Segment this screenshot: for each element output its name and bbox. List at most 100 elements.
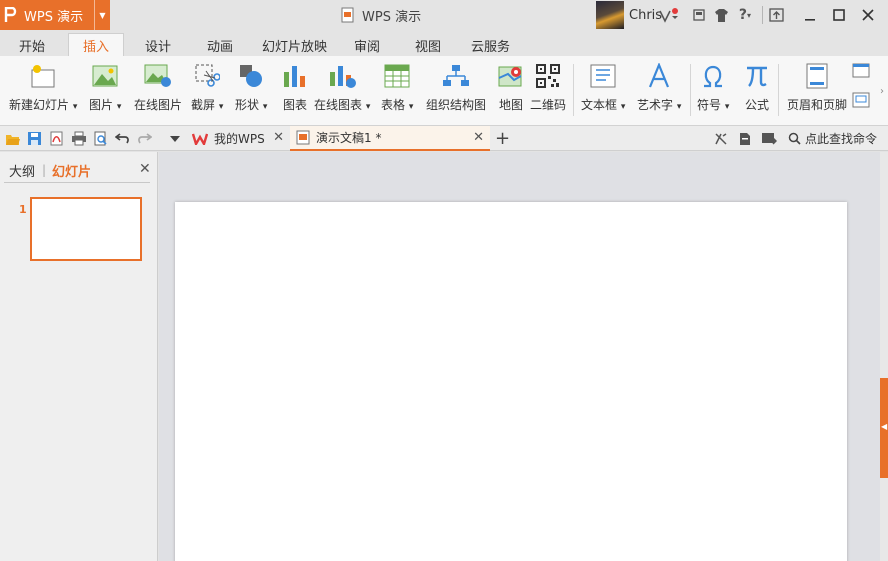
collapse-arrow-icon: ◀: [881, 422, 888, 431]
tab-design[interactable]: 设计: [131, 33, 185, 57]
symbol-button[interactable]: 符号 ▾: [697, 60, 729, 120]
header-footer-button[interactable]: 页眉和页脚: [787, 60, 847, 120]
tab-review[interactable]: 审阅: [340, 33, 394, 57]
new-slide-button[interactable]: 新建幻灯片 ▾: [9, 60, 77, 120]
table-icon: [381, 60, 413, 92]
new-tab-icon[interactable]: +: [494, 128, 511, 149]
slide-editor: [159, 152, 880, 561]
art-text-icon: [643, 60, 675, 92]
tab-my-wps[interactable]: 我的WPS ✕: [188, 126, 290, 151]
art-text-button[interactable]: 艺术字 ▾: [637, 60, 681, 120]
org-chart-button[interactable]: 组织结构图: [426, 60, 486, 120]
ribbon-separator: [573, 64, 574, 116]
close-tab-icon[interactable]: ✕: [273, 130, 284, 145]
online-picture-button[interactable]: 在线图片: [134, 60, 182, 120]
maximize-icon[interactable]: [830, 6, 848, 24]
map-button[interactable]: 地图: [495, 60, 527, 120]
omega-icon: [697, 60, 729, 92]
pi-icon: [741, 60, 773, 92]
tab-outline[interactable]: 大纲: [9, 161, 35, 180]
redo-icon[interactable]: [136, 130, 153, 147]
document-tool-icon[interactable]: [736, 130, 753, 147]
ribbon-scroll-right-icon[interactable]: ›: [876, 56, 888, 126]
open-folder-icon[interactable]: [4, 130, 21, 147]
picture-button[interactable]: 图片 ▾: [89, 60, 121, 120]
screenshot-button[interactable]: 截屏 ▾: [191, 60, 223, 120]
slide-number-button[interactable]: [852, 92, 870, 112]
slide-canvas[interactable]: [175, 202, 847, 561]
qrcode-button[interactable]: 二维码: [530, 60, 566, 120]
help-icon[interactable]: ? ▾: [734, 6, 756, 24]
minimize-icon[interactable]: [801, 6, 819, 24]
shape-dropdown: ▾: [262, 102, 268, 112]
undo-icon[interactable]: [114, 130, 131, 147]
online-chart-dropdown: ▾: [365, 102, 371, 112]
table-dropdown: ▾: [408, 102, 414, 112]
export-pdf-icon[interactable]: [48, 130, 65, 147]
online-chart-button[interactable]: 在线图表 ▾: [314, 60, 370, 120]
tab-animation[interactable]: 动画: [193, 33, 247, 57]
qrcode-label: 二维码: [530, 98, 567, 112]
slides-pane: 大纲 | 幻灯片 ✕ 1: [0, 152, 158, 561]
slide-number-icon: [852, 92, 870, 108]
tab-document[interactable]: 演示文稿1 * ✕: [290, 126, 490, 151]
map-icon: [495, 60, 527, 92]
online-picture-label: 在线图片: [134, 98, 183, 112]
find-command-box[interactable]: 点此查找命令: [786, 126, 877, 151]
vip-badge-icon[interactable]: [658, 8, 678, 24]
save-icon[interactable]: [26, 130, 43, 147]
print-icon[interactable]: [70, 130, 87, 147]
equation-label: 公式: [744, 98, 769, 112]
shape-button[interactable]: 形状 ▾: [235, 60, 267, 120]
tshirt-icon[interactable]: [712, 6, 730, 24]
print-preview-icon[interactable]: [92, 130, 109, 147]
chart-label: 图表: [282, 98, 307, 112]
online-picture-icon: [142, 60, 174, 92]
tab-cloud[interactable]: 云服务: [457, 33, 524, 57]
search-icon: [788, 132, 801, 145]
symbol-dropdown: ▾: [724, 102, 730, 112]
chart-button[interactable]: 图表: [279, 60, 311, 120]
textbox-dropdown: ▾: [620, 102, 626, 112]
vertical-scrollbar[interactable]: ◀: [880, 152, 888, 561]
pane-divider-line: [4, 182, 150, 183]
calendar-icon: [852, 63, 870, 78]
table-button[interactable]: 表格 ▾: [381, 60, 413, 120]
wps-w-icon: [192, 133, 208, 145]
tab-view[interactable]: 视图: [401, 33, 455, 57]
title-separator: [762, 6, 763, 24]
app-menu-button[interactable]: WPS 演示 ▼: [0, 0, 110, 30]
window-title: WPS 演示: [340, 0, 421, 30]
share-file-icon[interactable]: [760, 130, 777, 147]
online-chart-label: 在线图表: [314, 98, 363, 112]
textbox-button[interactable]: 文本框 ▾: [581, 60, 625, 120]
share-icon[interactable]: [767, 6, 785, 24]
customize-toolbar-icon[interactable]: [166, 130, 183, 147]
find-command-label: 点此查找命令: [805, 132, 878, 146]
skin-icon[interactable]: [690, 6, 708, 24]
close-pane-icon[interactable]: ✕: [139, 161, 151, 177]
equation-button[interactable]: 公式: [741, 60, 773, 120]
translate-icon[interactable]: [712, 130, 729, 147]
app-menu-dropdown-icon[interactable]: ▼: [94, 0, 110, 30]
slide-thumbnail[interactable]: [30, 197, 142, 261]
avatar[interactable]: [596, 1, 624, 29]
tab-divider: |: [42, 163, 47, 177]
tab-insert[interactable]: 插入: [68, 33, 125, 57]
close-icon[interactable]: [859, 6, 877, 24]
sidebar-toggle-handle[interactable]: ◀: [880, 378, 888, 478]
date-time-button[interactable]: [852, 62, 870, 82]
tab-slideshow[interactable]: 幻灯片放映: [248, 33, 341, 57]
shape-label: 形状: [235, 98, 260, 112]
tab-home[interactable]: 开始: [5, 33, 59, 57]
art-text-label: 艺术字: [637, 98, 674, 112]
picture-label: 图片: [89, 98, 114, 112]
presentation-file-icon: [296, 130, 310, 145]
window-title-text: WPS 演示: [362, 9, 422, 25]
close-tab-icon[interactable]: ✕: [473, 130, 484, 145]
picture-dropdown: ▾: [116, 102, 122, 112]
textbox-label: 文本框: [581, 98, 618, 112]
tab-my-wps-label: 我的WPS: [214, 132, 265, 146]
tab-slides[interactable]: 幻灯片: [52, 161, 91, 180]
scissors-icon: [191, 60, 223, 92]
